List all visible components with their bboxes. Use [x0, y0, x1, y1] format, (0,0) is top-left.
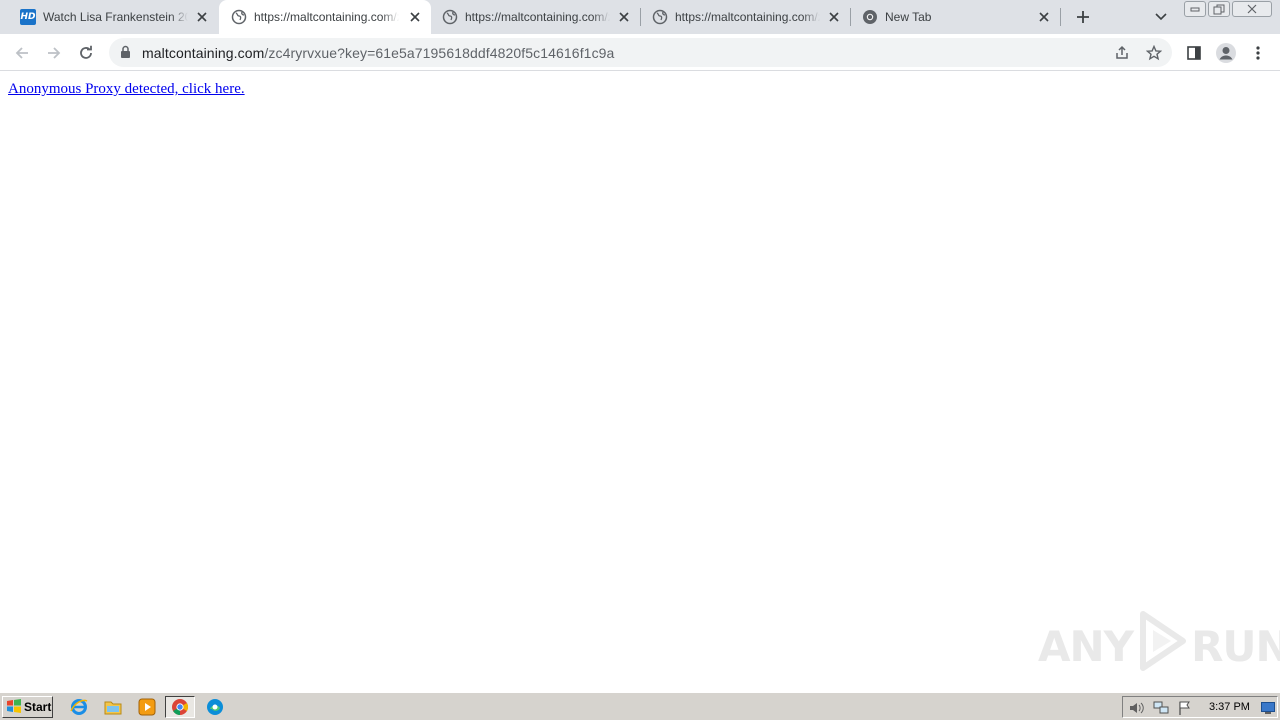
restore-button[interactable]: [1208, 1, 1230, 17]
tab-separator: [1060, 8, 1061, 26]
bookmark-button[interactable]: [1144, 43, 1164, 63]
close-icon[interactable]: [826, 9, 842, 25]
back-button[interactable]: [9, 40, 35, 66]
chrome-icon: [862, 9, 878, 25]
tab-2-active[interactable]: https://maltcontaining.com/zc4ryrvxue: [219, 0, 431, 34]
tab-title: https://maltcontaining.com/zc4ryrvxue: [254, 10, 399, 24]
share-icon: [1116, 45, 1128, 59]
network-icon[interactable]: [1153, 700, 1169, 716]
tab-4[interactable]: https://maltcontaining.com/zc4ryrvxue: [640, 0, 850, 34]
url-host: maltcontaining.com: [142, 45, 265, 61]
plus-icon: [1077, 11, 1089, 23]
share-button[interactable]: [1112, 43, 1132, 63]
tab-title: https://maltcontaining.com/zc4ryrvxue: [465, 10, 610, 24]
address-bar[interactable]: maltcontaining.com/zc4ryrvxue?key=61e5a7…: [109, 38, 1172, 67]
windows-taskbar: Start 3:37 PM: [0, 692, 1280, 720]
system-tray: 3:37 PM: [1122, 696, 1278, 718]
reload-icon: [80, 45, 92, 59]
hd-badge-text: HD: [20, 9, 36, 25]
avatar-icon: [1216, 43, 1236, 63]
url-path: /zc4ryrvxue?key=61e5a7195618ddf4820f5c14…: [264, 45, 615, 61]
star-icon: [1146, 45, 1162, 61]
taskbar-clock[interactable]: 3:37 PM: [1209, 701, 1250, 713]
watermark-right-text: RUN: [1191, 621, 1280, 671]
close-icon[interactable]: [407, 9, 423, 25]
tab-5[interactable]: New Tab: [850, 0, 1060, 34]
kebab-menu-icon: [1256, 46, 1260, 60]
play-logo-icon: [1137, 610, 1187, 682]
forward-button[interactable]: [41, 40, 67, 66]
tab-title: New Tab: [885, 10, 932, 24]
hd-badge-icon: HD: [20, 9, 36, 25]
chrome-taskbar-button[interactable]: [165, 696, 195, 718]
windows-logo-icon: [6, 698, 22, 716]
chevron-down-icon: [1155, 13, 1167, 21]
url-text[interactable]: maltcontaining.com/zc4ryrvxue?key=61e5a7…: [142, 45, 614, 61]
lock-icon[interactable]: [120, 45, 131, 64]
tab-title: Watch Lisa Frankenstein 2024: [43, 10, 188, 24]
close-window-icon: [1247, 4, 1257, 14]
action-center-flag-icon[interactable]: [1177, 700, 1193, 716]
media-player-icon[interactable]: [135, 696, 159, 718]
start-label: Start: [24, 700, 52, 714]
close-icon[interactable]: [616, 9, 632, 25]
page-viewport: Anonymous Proxy detected, click here. AN…: [0, 72, 1280, 692]
side-panel-button[interactable]: [1181, 40, 1207, 66]
close-icon[interactable]: [1036, 9, 1052, 25]
edge-icon[interactable]: [203, 696, 227, 718]
globe-icon: [442, 9, 458, 25]
globe-icon: [231, 9, 247, 25]
volume-icon[interactable]: [1129, 700, 1145, 716]
file-explorer-icon[interactable]: [101, 696, 125, 718]
restore-icon: [1213, 4, 1225, 14]
watermark-left-text: ANY: [1038, 621, 1134, 671]
tab-3[interactable]: https://maltcontaining.com/zc4ryrvxue: [430, 0, 640, 34]
globe-icon: [652, 9, 668, 25]
tab-search-button[interactable]: [1149, 5, 1173, 29]
proxy-detected-link[interactable]: Anonymous Proxy detected, click here.: [8, 81, 245, 98]
chrome-icon: [172, 699, 188, 715]
tab-1[interactable]: HD Watch Lisa Frankenstein 2024: [8, 0, 218, 34]
minimize-icon: [1190, 7, 1200, 12]
show-desktop-icon[interactable]: [1260, 700, 1276, 716]
arrow-right-icon: [48, 47, 61, 59]
anyrun-watermark: ANY RUN: [1038, 610, 1280, 682]
start-button[interactable]: Start: [2, 696, 53, 718]
internet-explorer-icon[interactable]: [67, 696, 91, 718]
browser-toolbar: maltcontaining.com/zc4ryrvxue?key=61e5a7…: [0, 34, 1280, 71]
minimize-button[interactable]: [1184, 1, 1206, 17]
menu-button[interactable]: [1245, 40, 1271, 66]
tab-title: https://maltcontaining.com/zc4ryrvxue: [675, 10, 820, 24]
new-tab-button[interactable]: [1071, 5, 1095, 29]
close-icon[interactable]: [194, 9, 210, 25]
close-window-button[interactable]: [1232, 1, 1272, 17]
arrow-left-icon: [15, 47, 28, 59]
profile-button[interactable]: [1213, 40, 1239, 66]
reload-button[interactable]: [73, 40, 99, 66]
side-panel-icon: [1187, 46, 1201, 60]
tab-strip: HD Watch Lisa Frankenstein 2024 https://…: [0, 0, 1280, 34]
